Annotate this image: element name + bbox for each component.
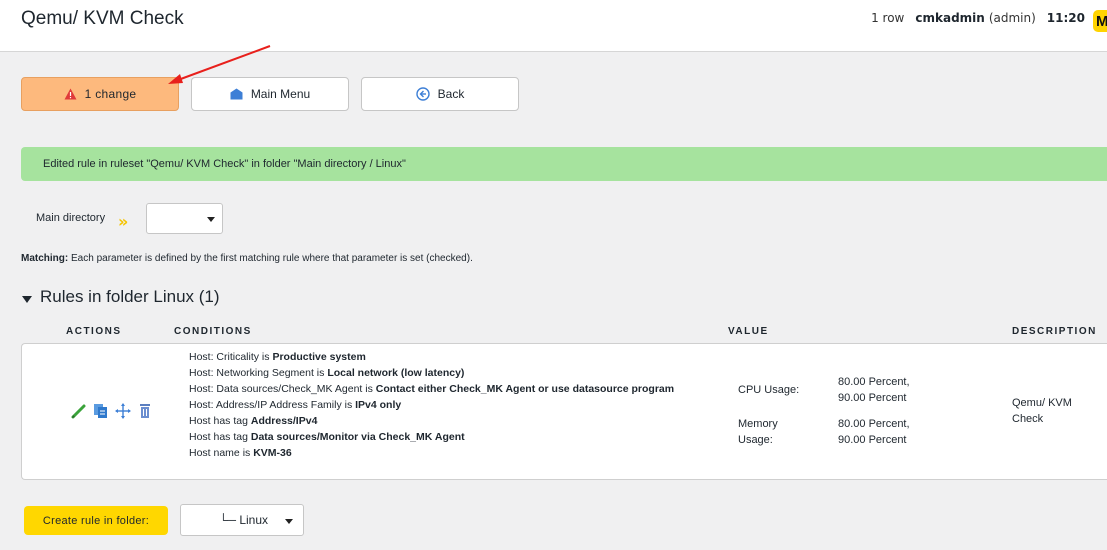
memory-usage-label-2: Usage:: [738, 434, 773, 446]
condition-line: Host: Address/IP Address Family is IPv4 …: [189, 399, 402, 411]
column-header-value: VALUE: [728, 326, 769, 337]
create-folder-value: └─ Linux: [219, 513, 269, 527]
back-button[interactable]: Back: [361, 77, 519, 111]
top-bar: Qemu/ KVM Check 1 row cmkadmin (admin) 1…: [0, 0, 1107, 52]
user-role: (admin): [988, 11, 1036, 25]
column-header-description: DESCRIPTION: [1012, 326, 1097, 337]
edit-icon[interactable]: [70, 402, 88, 420]
breadcrumb-main-directory[interactable]: Main directory: [36, 212, 105, 224]
subfolder-select[interactable]: [146, 203, 223, 234]
cpu-usage-label: CPU Usage:: [738, 384, 800, 396]
memory-usage-label-1: Memory: [738, 418, 778, 430]
memory-usage-warn: 80.00 Percent,: [838, 418, 910, 430]
home-icon: [230, 88, 243, 100]
matching-text: Each parameter is defined by the first m…: [68, 253, 473, 264]
top-right-info: 1 row cmkadmin (admin) 11:20: [871, 11, 1085, 25]
rules-section-toggle[interactable]: Rules in folder Linux (1): [22, 287, 220, 307]
checkmk-logo[interactable]: M: [1093, 10, 1107, 32]
memory-usage-crit: 90.00 Percent: [838, 434, 907, 446]
collapse-triangle-icon: [22, 295, 32, 303]
condition-line: Host: Data sources/Check_MK Agent is Con…: [189, 383, 675, 395]
chevron-right-icon: »: [118, 212, 129, 231]
success-message: Edited rule in ruleset "Qemu/ KVM Check"…: [21, 147, 1107, 181]
changes-button[interactable]: 1 change: [21, 77, 179, 111]
clock: 11:20: [1046, 11, 1085, 25]
back-label: Back: [437, 87, 465, 101]
rule-description: Qemu/ KVM Check: [1012, 397, 1072, 425]
column-header-conditions: CONDITIONS: [174, 326, 252, 337]
changes-label: 1 change: [84, 87, 137, 101]
main-menu-label: Main Menu: [250, 87, 311, 101]
condition-line: Host has tag Data sources/Monitor via Ch…: [189, 431, 465, 443]
cpu-usage-warn: 80.00 Percent,: [838, 376, 910, 388]
warning-icon: [64, 88, 77, 100]
username[interactable]: cmkadmin: [915, 11, 984, 25]
condition-line: Host: Networking Segment is Local networ…: [189, 367, 465, 379]
delete-icon[interactable]: [136, 402, 154, 420]
create-rule-button[interactable]: Create rule in folder:: [24, 506, 168, 535]
condition-line: Host has tag Address/IPv4: [189, 415, 318, 427]
chevron-down-icon: [207, 217, 215, 222]
clone-icon[interactable]: [92, 402, 110, 420]
create-folder-select[interactable]: └─ Linux: [180, 504, 304, 536]
table-row: Host: Criticality is Productive system H…: [21, 343, 1107, 480]
row-actions: [70, 402, 154, 420]
rules-section-title: Rules in folder Linux (1): [40, 287, 220, 306]
page-title: Qemu/ KVM Check: [21, 8, 184, 29]
cpu-usage-crit: 90.00 Percent: [838, 392, 907, 404]
chevron-down-icon: [285, 519, 293, 524]
matching-label: Matching:: [21, 253, 69, 264]
condition-line: Host: Criticality is Productive system: [189, 351, 366, 363]
main-menu-button[interactable]: Main Menu: [191, 77, 349, 111]
column-header-actions: ACTIONS: [66, 326, 122, 337]
back-icon: [415, 87, 430, 101]
move-icon[interactable]: [114, 402, 132, 420]
condition-line: Host name is KVM-36: [189, 447, 292, 459]
matching-info: Matching: Each parameter is defined by t…: [21, 253, 473, 264]
row-count: 1 row: [871, 11, 905, 25]
rule-conditions: Host: Criticality is Productive system H…: [189, 349, 699, 461]
